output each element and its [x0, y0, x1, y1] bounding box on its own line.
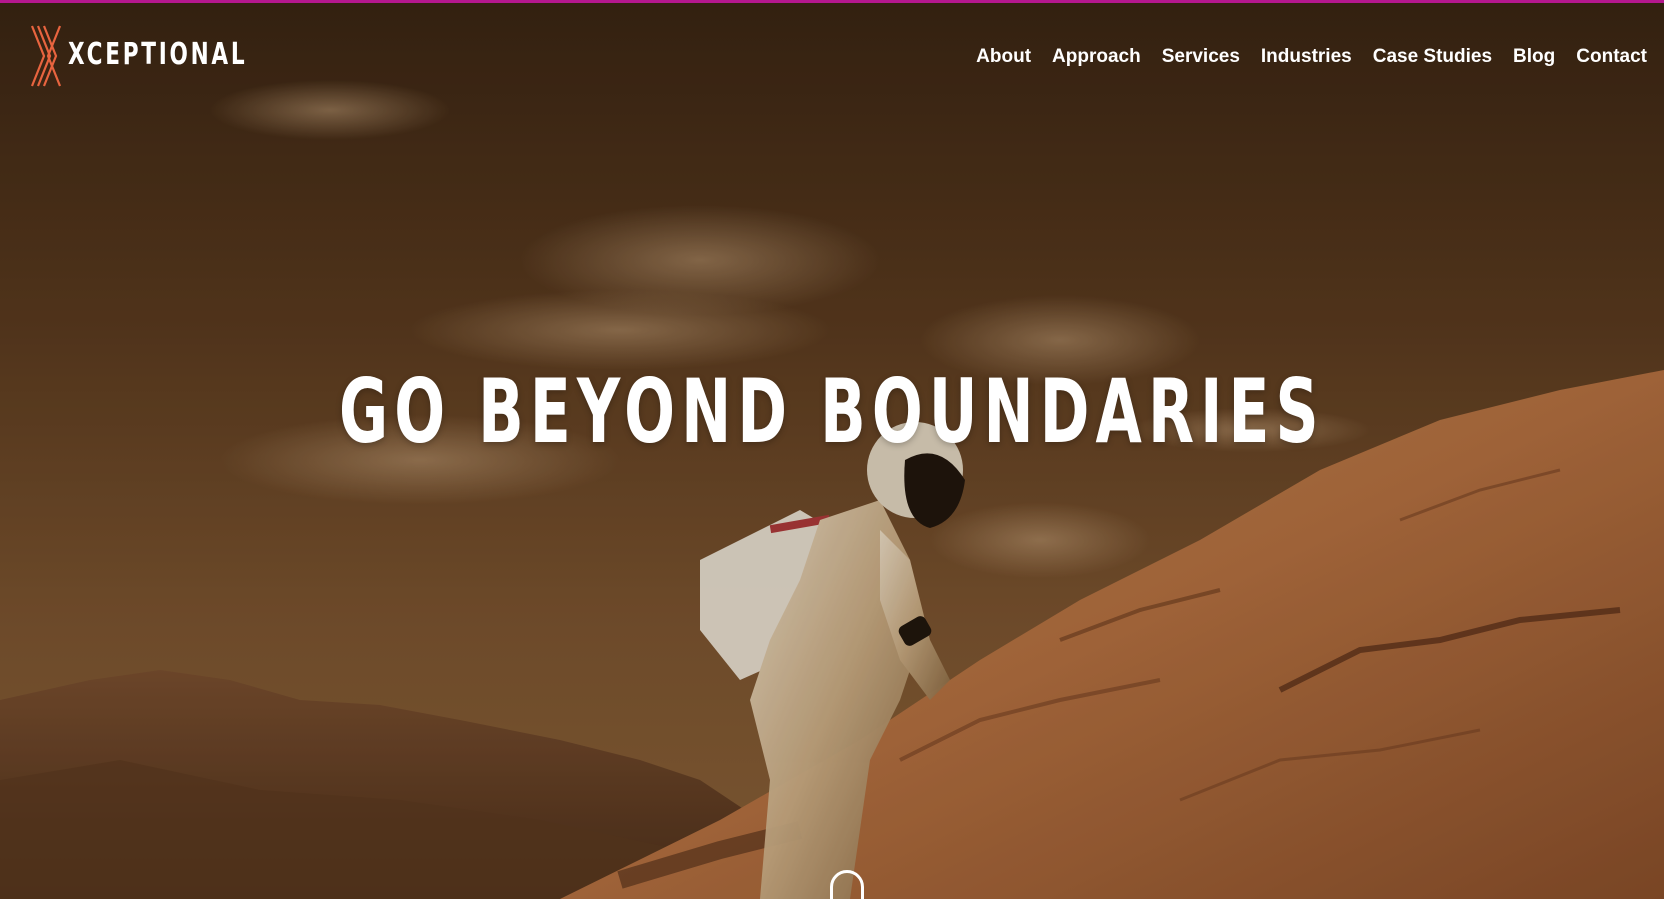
hero-headline: GO BEYOND BOUNDARIES — [339, 360, 1325, 463]
nav-contact[interactable]: Contact — [1566, 42, 1647, 72]
nav-case-studies[interactable]: Case Studies — [1362, 42, 1502, 72]
logo-text: XCEPTIONAL — [68, 37, 248, 72]
main-nav: About Approach Services Industries Case … — [966, 42, 1647, 72]
mouse-scroll-icon[interactable] — [830, 870, 864, 899]
site-header: XCEPTIONAL About Approach Services Indus… — [0, 0, 1664, 110]
nav-services[interactable]: Services — [1151, 42, 1250, 72]
nav-industries[interactable]: Industries — [1250, 42, 1362, 72]
hero-headline-wrapper: GO BEYOND BOUNDARIES — [0, 362, 1664, 462]
nav-approach[interactable]: Approach — [1042, 42, 1152, 72]
page: XCEPTIONAL About Approach Services Indus… — [0, 0, 1664, 899]
nav-about[interactable]: About — [966, 42, 1042, 72]
logo-link[interactable]: XCEPTIONAL — [30, 24, 250, 88]
x-logo-mark-icon — [30, 25, 62, 87]
top-accent-bar — [0, 0, 1664, 3]
nav-blog[interactable]: Blog — [1503, 42, 1566, 72]
